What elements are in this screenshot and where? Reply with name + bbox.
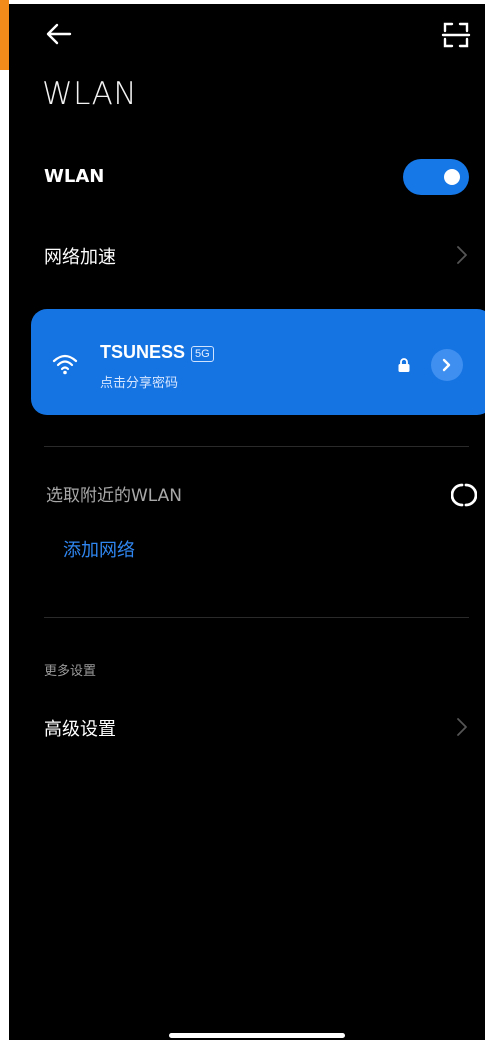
- window-edge-accent: [0, 0, 9, 70]
- scan-button[interactable]: [441, 20, 471, 50]
- share-password-hint: 点击分享密码: [100, 376, 179, 391]
- connected-network-card[interactable]: TSUNESS 5G 点击分享密码: [31, 309, 485, 415]
- more-settings-section-title: 更多设置: [44, 664, 97, 679]
- nearby-networks-title: 选取附近的WLAN: [46, 486, 183, 506]
- wifi-icon: [52, 354, 78, 375]
- add-network-link[interactable]: 添加网络: [63, 536, 135, 562]
- divider: [44, 446, 469, 447]
- wlan-settings-screen: WLAN WLAN 网络加速 TSUNESS 5G 点击分享密码 选取附近的WL…: [9, 4, 485, 1040]
- page-title: WLAN: [42, 76, 138, 112]
- advanced-settings-item[interactable]: 高级设置: [44, 715, 116, 741]
- home-indicator[interactable]: [169, 1033, 345, 1038]
- arrow-left-icon: [46, 23, 72, 45]
- chevron-right-icon: [457, 246, 467, 264]
- refresh-spinner-icon[interactable]: [451, 482, 477, 508]
- divider: [44, 617, 469, 618]
- back-button[interactable]: [43, 18, 75, 50]
- toggle-knob: [444, 169, 460, 185]
- scan-qr-icon: [441, 22, 471, 48]
- wlan-toggle[interactable]: [403, 159, 469, 195]
- chevron-right-icon: [442, 358, 451, 372]
- network-ssid: TSUNESS: [100, 342, 186, 362]
- network-details-button[interactable]: [431, 349, 463, 381]
- band-badge: 5G: [191, 346, 214, 362]
- network-acceleration-item[interactable]: 网络加速: [44, 243, 116, 269]
- wlan-toggle-label: WLAN: [44, 166, 105, 187]
- lock-icon: [398, 358, 410, 372]
- chevron-right-icon: [457, 718, 467, 736]
